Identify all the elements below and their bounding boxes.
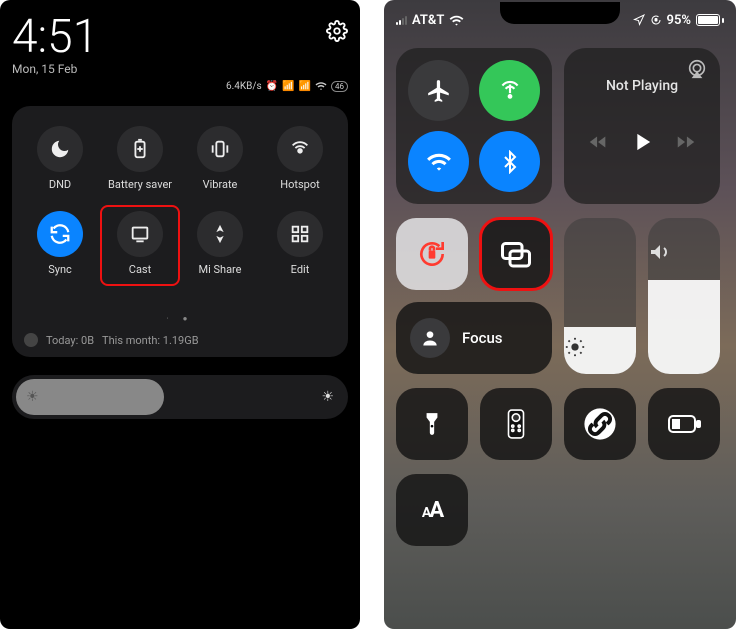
wifi-icon (315, 80, 327, 92)
tile-label: Mi Share (198, 263, 241, 276)
battery-plus-icon (129, 138, 151, 160)
orientation-lock-button[interactable] (396, 218, 468, 290)
bluetooth-button[interactable] (479, 131, 540, 192)
quick-settings-panel: DND Battery saver Vibrate Hotspot Sync C… (12, 106, 348, 357)
sync-icon (49, 223, 71, 245)
vibrate-icon (209, 138, 231, 160)
page-indicator: · ● (20, 314, 340, 323)
brightness-slider[interactable] (564, 218, 636, 374)
android-quick-settings: 4:51 Mon, 15 Feb 6.4KB/s ⏰ 📶 📶 46 DND Ba… (0, 0, 360, 629)
tile-label: DND (49, 178, 71, 191)
tile-label: Vibrate (203, 178, 238, 191)
network-speed: 6.4KB/s (226, 81, 262, 92)
low-power-button[interactable] (648, 388, 720, 460)
shazam-button[interactable] (564, 388, 636, 460)
chart-dot-icon (24, 333, 38, 347)
mi-share-icon (209, 223, 231, 245)
media-prev-button[interactable] (587, 131, 609, 153)
moon-icon (49, 138, 71, 160)
ios-control-center: AT&T 95% (384, 0, 736, 629)
battery-badge: 46 (331, 81, 348, 92)
text-size-button[interactable]: AA (396, 474, 468, 546)
airplay-icon[interactable] (686, 58, 708, 80)
wifi-button[interactable] (408, 131, 469, 192)
flashlight-button[interactable] (396, 388, 468, 460)
usage-month: This month: 1.19GB (102, 334, 199, 347)
sun-dim-icon: ☀ (26, 389, 39, 405)
carrier-label: AT&T (412, 13, 444, 28)
battery-percent: 95% (667, 13, 691, 28)
media-next-button[interactable] (675, 131, 697, 153)
qs-tile-edit[interactable]: Edit (260, 205, 340, 286)
clock-date: Mon, 15 Feb (12, 62, 98, 76)
volume-slider[interactable] (648, 218, 720, 374)
media-play-button[interactable] (628, 128, 656, 156)
qs-tile-vibrate[interactable]: Vibrate (180, 120, 260, 201)
brightness-slider[interactable]: ☀ ☀ (12, 375, 348, 419)
airplane-mode-button[interactable] (408, 60, 469, 121)
orientation-lock-status-icon (650, 14, 662, 26)
connectivity-group (396, 48, 552, 204)
volume-fill (648, 280, 720, 374)
clock-time: 4:51 (12, 14, 98, 60)
tile-label: Hotspot (280, 178, 319, 191)
remote-button[interactable] (480, 388, 552, 460)
tile-label: Edit (291, 263, 310, 276)
hotspot-icon (289, 138, 311, 160)
qs-tile-dnd[interactable]: DND (20, 120, 100, 201)
location-icon (633, 14, 645, 26)
qs-tile-cast[interactable]: Cast (100, 205, 180, 286)
focus-button[interactable]: Focus (396, 302, 552, 374)
settings-gear-icon[interactable] (326, 20, 348, 42)
tile-label: Sync (48, 263, 72, 276)
battery-icon (696, 14, 724, 26)
usage-today: Today: 0B (46, 334, 94, 347)
screen-mirroring-button[interactable] (480, 218, 552, 290)
tile-label: Battery saver (108, 178, 172, 191)
tile-label: Cast (129, 263, 151, 276)
wifi-icon (449, 13, 464, 28)
status-bar-right: 6.4KB/s ⏰ 📶 📶 46 (12, 80, 348, 92)
volume-icon (648, 240, 720, 264)
media-title: Not Playing (578, 78, 706, 94)
data-usage-row[interactable]: Today: 0B This month: 1.19GB (20, 333, 340, 347)
signal-icon: 📶 (282, 81, 294, 92)
cellular-data-button[interactable] (479, 60, 540, 121)
qs-tile-hotspot[interactable]: Hotspot (260, 120, 340, 201)
qs-tile-sync[interactable]: Sync (20, 205, 100, 286)
media-controls-group: Not Playing (564, 48, 720, 204)
grid-icon (289, 223, 311, 245)
brightness-sun-icon (564, 336, 636, 358)
qs-tile-battery-saver[interactable]: Battery saver (100, 120, 180, 201)
person-icon (420, 328, 440, 348)
sun-full-icon: ☀ (321, 389, 334, 405)
focus-label: Focus (462, 329, 503, 347)
qs-tile-mi-share[interactable]: Mi Share (180, 205, 260, 286)
cellular-signal-icon (396, 15, 407, 25)
notch (500, 2, 620, 24)
alarm-icon: ⏰ (266, 81, 278, 92)
signal-icon-2: 📶 (299, 81, 311, 92)
cast-icon (129, 223, 151, 245)
